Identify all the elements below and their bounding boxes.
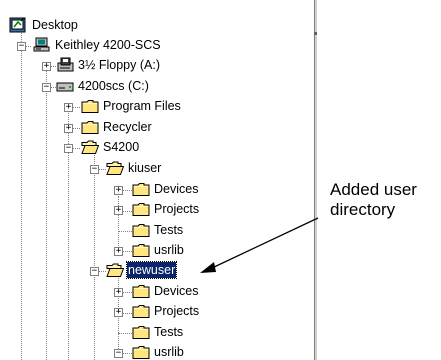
folder-icon [132, 181, 150, 197]
collapse-icon[interactable]: − [114, 349, 123, 358]
folder-icon [132, 222, 150, 238]
expand-icon[interactable]: + [114, 186, 123, 195]
folder-icon [132, 201, 150, 217]
collapse-icon[interactable]: − [17, 42, 26, 51]
expand-icon[interactable]: + [114, 206, 123, 215]
expand-icon[interactable]: + [64, 103, 73, 112]
expand-icon[interactable]: + [114, 308, 123, 317]
callout-line-2: directory [330, 200, 396, 219]
folder-icon [81, 98, 99, 114]
scrollbar-thumb[interactable] [314, 32, 317, 35]
tree-node-label[interactable]: Keithley 4200-SCS [55, 37, 161, 53]
open-folder-icon [81, 139, 99, 155]
scrollbar[interactable] [315, 0, 317, 360]
callout-annotation: Added user directory [330, 180, 417, 220]
tree-connector-line [46, 64, 47, 360]
folder-icon [132, 303, 150, 319]
tree-node-label[interactable]: usrlib [154, 344, 184, 360]
desktop-icon [9, 17, 27, 33]
collapse-icon[interactable]: − [42, 83, 51, 92]
collapse-icon[interactable]: − [90, 165, 99, 174]
expand-icon[interactable]: + [42, 62, 51, 71]
tree-connector-line [118, 196, 119, 248]
tree-node-label[interactable]: Tests [154, 222, 183, 238]
tree-node-label[interactable]: Desktop [32, 17, 78, 33]
folder-icon [132, 324, 150, 340]
expand-icon[interactable]: + [64, 124, 73, 133]
tree-node-label[interactable]: S4200 [103, 139, 139, 155]
collapse-icon[interactable]: − [90, 267, 99, 276]
tree-node-label[interactable]: Projects [154, 303, 199, 319]
tree-node-label[interactable]: Projects [154, 201, 199, 217]
tree-node-label[interactable]: Program Files [103, 98, 181, 114]
tree-node-label[interactable]: Recycler [103, 119, 152, 135]
hard-drive-icon [56, 78, 74, 94]
callout-line-1: Added user [330, 180, 417, 199]
tree-node-label[interactable]: Devices [154, 181, 198, 197]
open-folder-icon [106, 262, 124, 278]
floppy-drive-icon [56, 57, 74, 73]
expand-icon[interactable]: + [114, 288, 123, 297]
tree-node-label[interactable]: Tests [154, 324, 183, 340]
computer-icon [32, 37, 50, 53]
tree-node-label[interactable]: 3½ Floppy (A:) [78, 57, 160, 73]
tree-node-label-selected[interactable]: newuser [125, 261, 178, 279]
folder-icon [81, 119, 99, 135]
tree-connector-line [21, 28, 22, 360]
tree-connector-line [118, 333, 132, 334]
tree-node-label[interactable]: usrlib [154, 242, 184, 258]
collapse-icon[interactable]: − [64, 144, 73, 153]
folder-icon [132, 344, 150, 360]
folder-icon [132, 283, 150, 299]
expand-icon[interactable]: + [114, 247, 123, 256]
folder-icon [132, 242, 150, 258]
tree-connector-line [118, 231, 132, 232]
folder-tree-panel[interactable]: Desktop − Keithley 4200-SCS + 3½ Floppy … [0, 0, 316, 360]
tree-node-label[interactable]: kiuser [128, 160, 161, 176]
tree-node-label[interactable]: 4200scs (C:) [78, 78, 149, 94]
open-folder-icon [106, 160, 124, 176]
tree-node-label[interactable]: Devices [154, 283, 198, 299]
tree-connector-line [94, 155, 95, 360]
